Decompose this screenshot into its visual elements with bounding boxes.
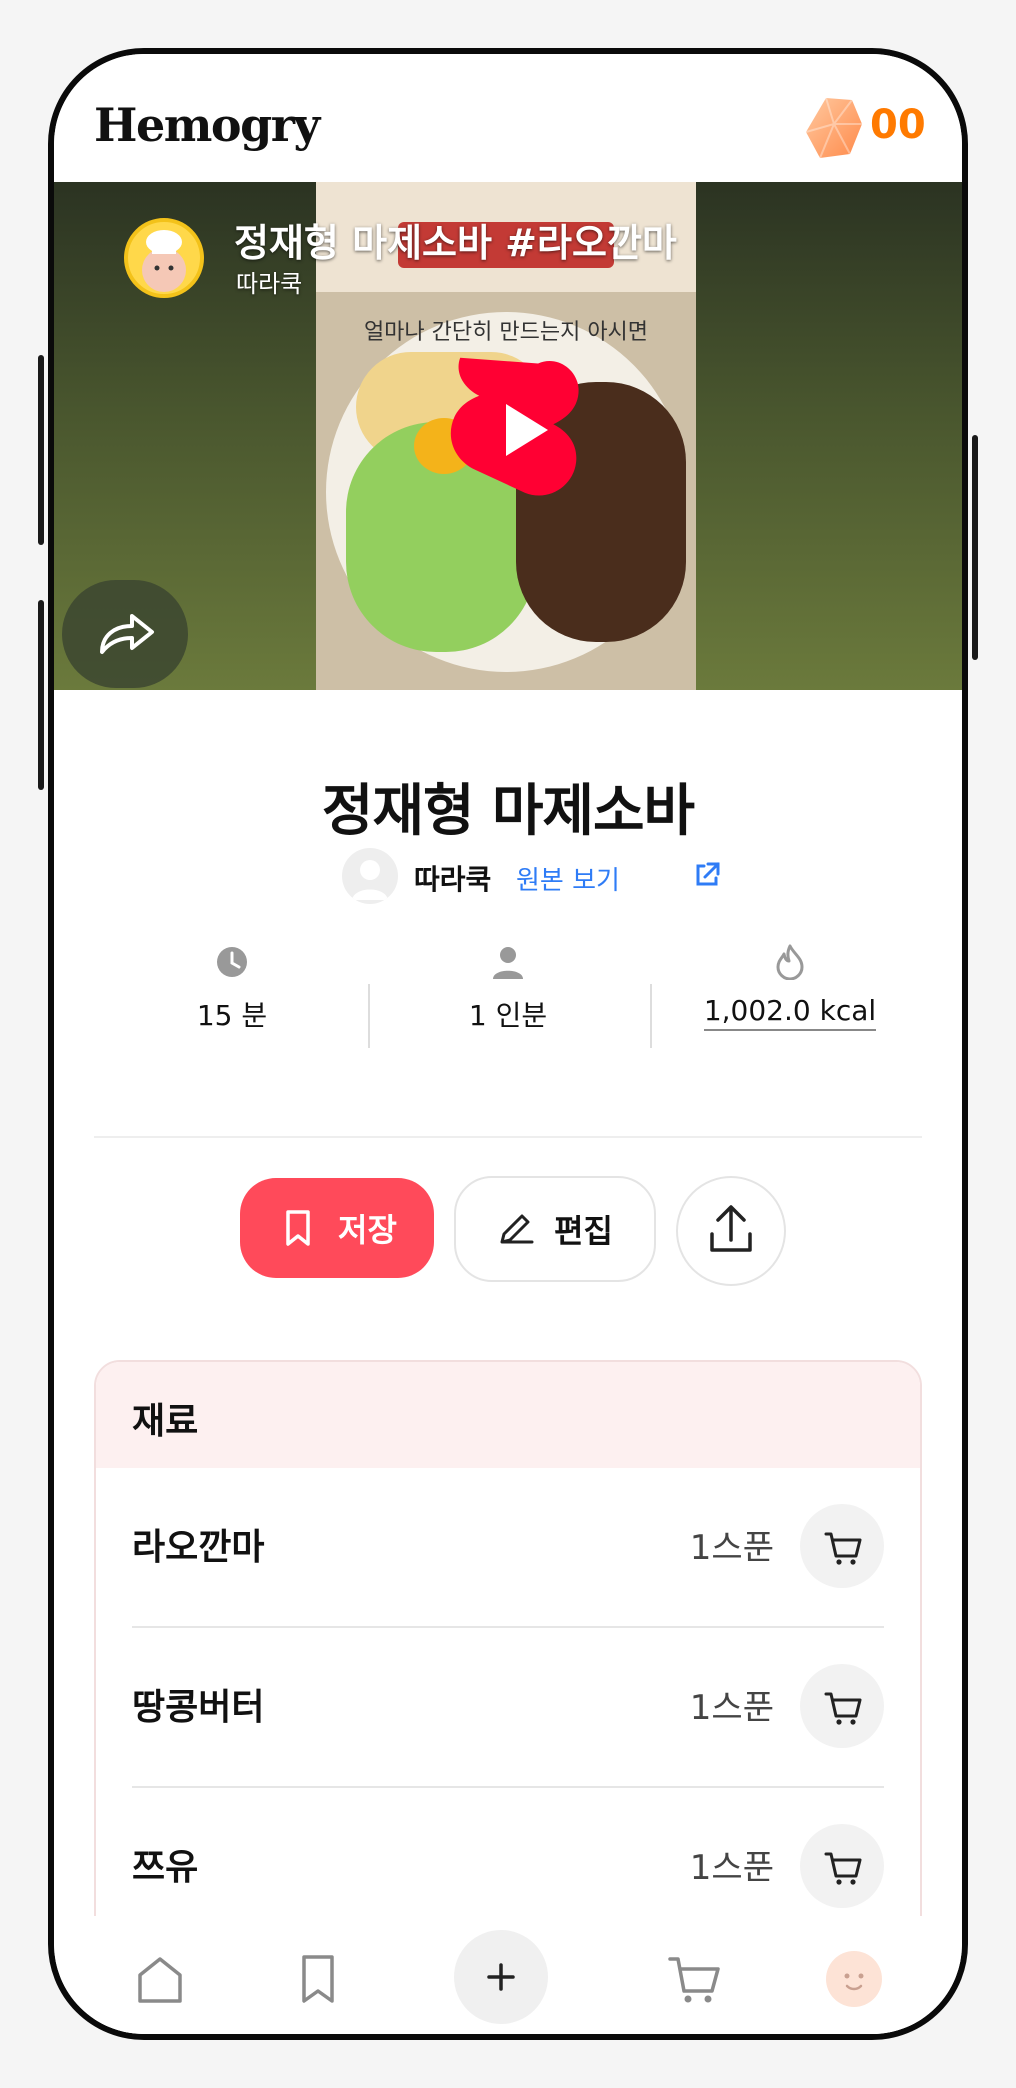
tab-cart[interactable] — [644, 1934, 744, 2024]
bookmark-icon — [302, 1955, 334, 2003]
ingredient-name: 라오깐마 — [132, 1527, 265, 1568]
ingredient-amount: 1스푼 — [689, 1848, 774, 1888]
app-header: Hemogry 00 — [54, 54, 962, 182]
clock-icon — [217, 947, 247, 977]
plus-icon — [487, 1963, 515, 1991]
stat-servings: 1 인분 — [370, 944, 646, 1094]
channel-avatar[interactable] — [124, 218, 204, 298]
author-avatar[interactable] — [342, 848, 398, 904]
share-recipe-button[interactable] — [676, 1176, 786, 1286]
original-link[interactable]: 원본 보기 — [516, 860, 620, 897]
time-value: 15 분 — [196, 999, 268, 1032]
ingredient-row: 라오깐마 1스푼 — [132, 1468, 884, 1628]
volume-down-button — [38, 600, 44, 790]
author-row: 따라쿡 원본 보기 — [342, 848, 742, 906]
upload-icon — [710, 1205, 752, 1252]
add-to-cart-button[interactable] — [800, 1504, 884, 1588]
youtube-shorts-icon[interactable] — [436, 344, 606, 514]
save-label: 저장 — [338, 1211, 397, 1249]
ingredient-amount: 1스푼 — [689, 1528, 774, 1568]
points-count: 00 — [870, 102, 926, 148]
power-button — [972, 435, 978, 660]
save-button[interactable]: 저장 — [240, 1178, 434, 1278]
profile-avatar — [826, 1951, 882, 2007]
author-name[interactable]: 따라쿡 — [414, 858, 491, 898]
app-logo[interactable]: Hemogry — [94, 98, 320, 152]
app-screen: Hemogry 00 얼마나 간단히 만드는지 아시면 정재형 마제소바 #라오… — [54, 54, 962, 2034]
section-divider — [94, 1136, 922, 1138]
person-icon — [493, 947, 523, 979]
ingredient-name: 쯔유 — [132, 1847, 199, 1888]
calories-value[interactable]: 1,002.0 kcal — [703, 994, 877, 1031]
add-to-cart-button[interactable] — [800, 1824, 884, 1908]
cart-icon — [668, 1957, 720, 2003]
ingredient-row: 땅콩버터 1스푼 — [132, 1628, 884, 1788]
add-to-cart-button[interactable] — [800, 1664, 884, 1748]
bookmark-icon — [286, 1210, 310, 1246]
home-icon — [138, 1957, 182, 2003]
edit-button[interactable]: 편집 — [454, 1176, 656, 1282]
external-link-icon[interactable] — [690, 858, 724, 892]
gem-icon[interactable] — [804, 94, 864, 162]
cart-icon — [824, 1692, 862, 1725]
flame-icon — [776, 944, 804, 980]
stat-calories: 1,002.0 kcal — [652, 944, 928, 1094]
cart-icon — [824, 1532, 862, 1565]
tab-home[interactable] — [110, 1934, 210, 2024]
cart-icon — [824, 1852, 862, 1885]
ingredients-title: 재료 — [132, 1401, 199, 1442]
share-arrow-icon — [100, 614, 154, 654]
video-player[interactable]: 얼마나 간단히 만드는지 아시면 정재형 마제소바 #라오깐마 따라쿡 — [54, 182, 962, 690]
pencil-icon — [500, 1214, 534, 1244]
tab-saved[interactable] — [268, 1934, 368, 2024]
tab-add[interactable] — [454, 1930, 548, 2024]
stat-time: 15 분 — [94, 944, 370, 1094]
ingredient-amount: 1스푼 — [689, 1688, 774, 1728]
video-title: 정재형 마제소바 #라오깐마 — [234, 221, 677, 265]
edit-label: 편집 — [554, 1212, 613, 1250]
thumbnail-caption: 얼마나 간단히 만드는지 아시면 — [363, 320, 649, 345]
bottom-tab-bar — [54, 1916, 962, 2034]
share-button[interactable] — [62, 580, 188, 688]
recipe-stats: 15 분 1 인분 1,002.0 kcal — [94, 944, 924, 1094]
phone-frame: Hemogry 00 얼마나 간단히 만드는지 아시면 정재형 마제소바 #라오… — [48, 48, 968, 2040]
tab-profile[interactable] — [804, 1934, 904, 2024]
servings-value: 1 인분 — [468, 999, 548, 1032]
recipe-title: 정재형 마제소바 — [321, 779, 695, 844]
volume-up-button — [38, 355, 44, 545]
ingredient-name: 땅콩버터 — [132, 1687, 265, 1728]
ingredients-header: 재료 — [96, 1362, 920, 1468]
video-channel: 따라쿡 — [236, 270, 303, 298]
